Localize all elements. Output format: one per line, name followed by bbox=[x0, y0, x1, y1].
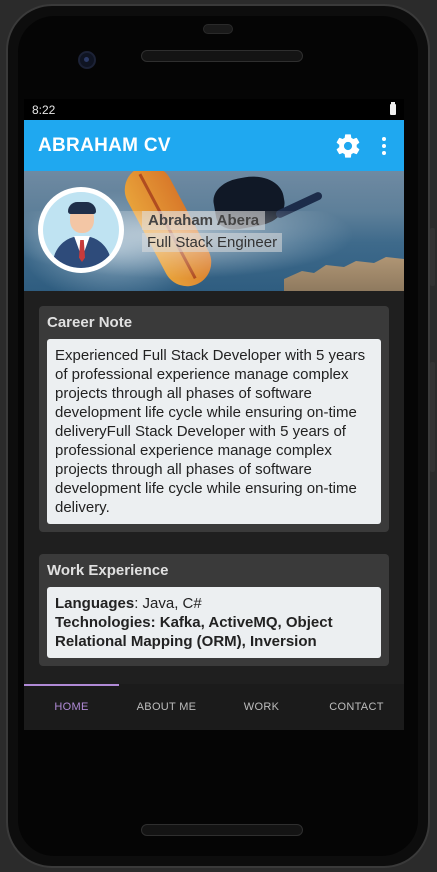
front-camera bbox=[78, 51, 96, 69]
nav-contact[interactable]: CONTACT bbox=[309, 684, 404, 730]
battery-icon bbox=[390, 102, 396, 115]
work-experience-text: Languages: Java, C# Technologies: Kafka,… bbox=[47, 587, 381, 658]
career-note-title: Career Note bbox=[47, 314, 133, 331]
bottom-navigation: HOME ABOUT ME WORK CONTACT bbox=[24, 684, 404, 730]
languages-label: Languages bbox=[55, 595, 135, 612]
status-bar: 8:22 bbox=[24, 99, 404, 120]
volume-button bbox=[430, 362, 435, 472]
app-title: ABRAHAM CV bbox=[38, 134, 171, 156]
avatar-icon bbox=[43, 192, 119, 268]
nav-about-me[interactable]: ABOUT ME bbox=[119, 684, 214, 730]
technologies-label: Technologies bbox=[55, 614, 151, 631]
nav-work[interactable]: WORK bbox=[214, 684, 309, 730]
power-button bbox=[430, 228, 435, 286]
work-experience-card: Work Experience Languages: Java, C# Tech… bbox=[39, 554, 389, 666]
top-speaker bbox=[141, 50, 303, 62]
avatar-hair bbox=[68, 202, 96, 214]
top-sensor bbox=[203, 24, 233, 34]
bottom-speaker bbox=[141, 824, 303, 836]
more-vert-icon[interactable] bbox=[382, 136, 386, 155]
gear-icon[interactable] bbox=[334, 132, 362, 160]
languages-value: : Java, C# bbox=[134, 595, 202, 612]
work-experience-title: Work Experience bbox=[47, 562, 169, 579]
career-note-text: Experienced Full Stack Developer with 5 … bbox=[47, 339, 381, 524]
avatar bbox=[38, 187, 124, 273]
career-note-card: Career Note Experienced Full Stack Devel… bbox=[39, 306, 389, 532]
app-screen: 8:22 ABRAHAM CV Abraham Abera Full Stack… bbox=[24, 99, 404, 730]
nav-home[interactable]: HOME bbox=[24, 684, 119, 730]
profile-header: Abraham Abera Full Stack Engineer bbox=[24, 171, 404, 291]
profile-role: Full Stack Engineer bbox=[142, 233, 283, 252]
app-bar: ABRAHAM CV bbox=[24, 120, 404, 171]
main-content[interactable]: Career Note Experienced Full Stack Devel… bbox=[24, 291, 404, 684]
profile-name: Abraham Abera bbox=[142, 211, 266, 230]
status-time: 8:22 bbox=[32, 102, 56, 117]
